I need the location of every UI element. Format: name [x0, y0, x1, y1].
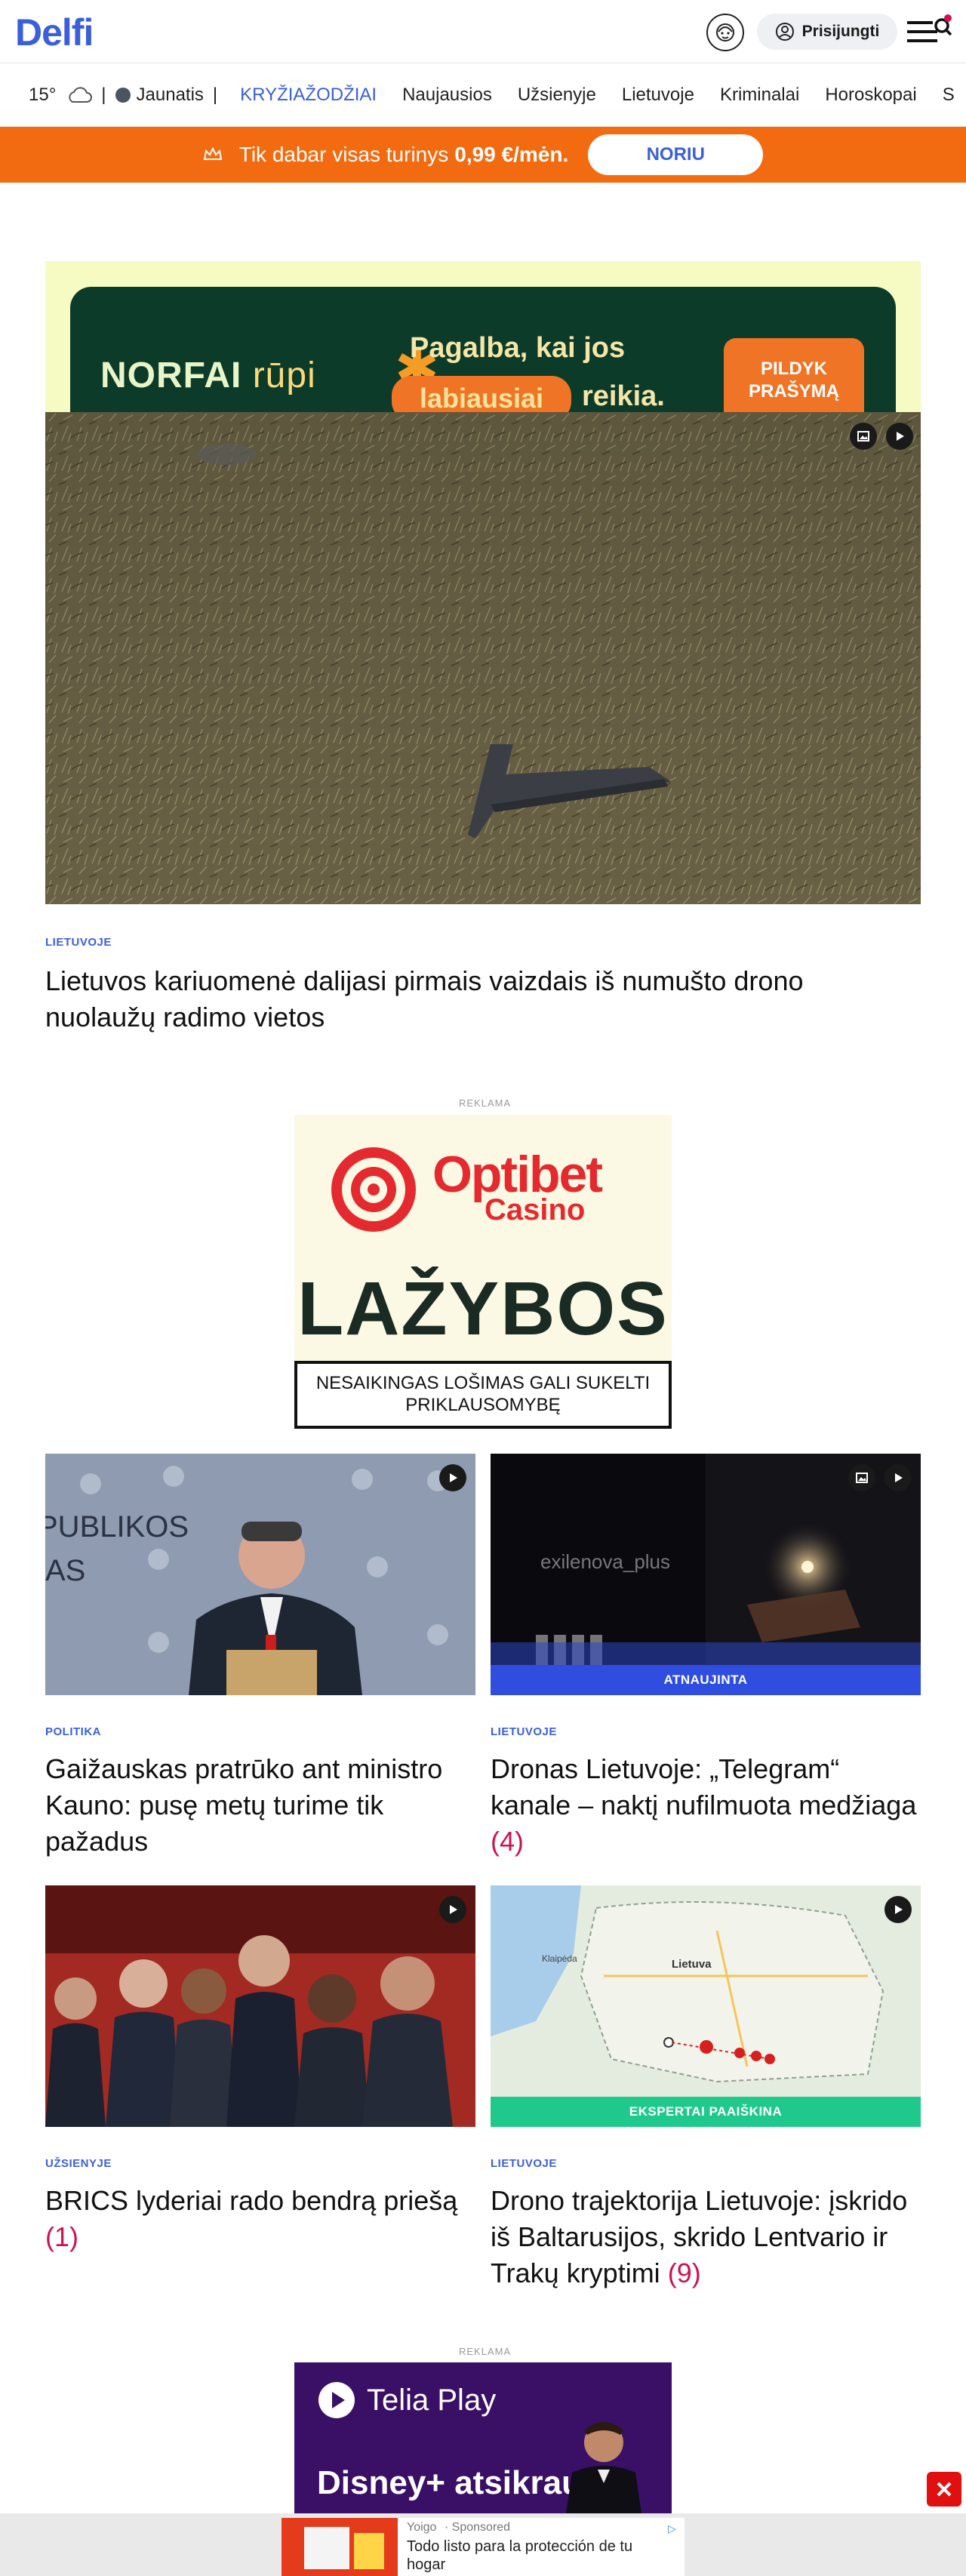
ad-brand-suffix: rūpi: [252, 355, 316, 395]
separator: |: [101, 84, 106, 105]
promo-price: 0,99 €/mėn.: [454, 143, 569, 166]
menu-search-button[interactable]: [906, 14, 954, 51]
card-headline[interactable]: Gaižauskas pratrūko ant ministro Kauno: …: [45, 1751, 453, 1860]
login-button[interactable]: Prisijungti: [757, 14, 897, 50]
brics-leaders-photo: [45, 1885, 475, 2127]
crown-icon: [203, 147, 222, 160]
moon-phase-icon: [115, 87, 131, 103]
menu-search-icon: [907, 14, 952, 42]
separator: |: [212, 84, 218, 105]
card-title: BRICS lyderiai rado bendrą priešą: [45, 2185, 458, 2216]
gambling-warning: NESAIKINGAS LOŠIMAS GALI SUKELTI PRIKLAU…: [294, 1361, 672, 1429]
card-category[interactable]: LIETUVOJE: [491, 2157, 557, 2170]
face-icon: [716, 23, 734, 42]
moon-phase-label: Jaunatis: [136, 84, 204, 105]
site-header: Delfi Prisijungti: [0, 0, 966, 63]
promo-subscribe-button[interactable]: NORIU: [588, 134, 764, 175]
ad-highlight: labiausiai: [392, 376, 571, 412]
ad-person-photo: [566, 2422, 641, 2513]
yoigo-ad-title: Todo listo para la protección de tu hoga…: [407, 2538, 633, 2573]
telia-logo-icon: [318, 2382, 355, 2418]
optibet-casino: Casino: [485, 1193, 586, 1226]
map-city-label: Klaipėda: [542, 1953, 577, 1964]
map-image: [491, 1885, 921, 2127]
ad-brand-name: NORFAI: [100, 355, 242, 395]
yoigo-ad-image: [281, 2518, 398, 2576]
optibet-ad[interactable]: Optibet Casino LAŽYBOS NESAIKINGAS LOŠIM…: [294, 1115, 672, 1429]
ad-panel: NORFAI rūpi ✱ Pagalba, kai jos labiausia…: [70, 287, 896, 412]
nav-item-lietuvoje[interactable]: Lietuvoje: [622, 85, 694, 106]
yoigo-brand: Yoigo: [407, 2521, 437, 2534]
nav-strip: 15° | Jaunatis | KRYŽIAŽODŽIAI Naujausio…: [0, 63, 966, 127]
experts-badge: EKSPERTAI PAAIŠKINA: [491, 2097, 921, 2127]
subscription-promo-bar: Tik dabar visas turinys 0,99 €/mėn. NORI…: [0, 127, 966, 183]
nav-item-horoskopai[interactable]: Horoskopai: [825, 85, 916, 106]
card-image-drone-map[interactable]: Lietuva Klaipėda EKSPERTAI PAAIŠKINA: [491, 1885, 921, 2127]
nav-item-kriminalai[interactable]: Kriminalai: [720, 85, 799, 106]
field-photo: [45, 412, 921, 904]
card-category[interactable]: LIETUVOJE: [491, 1725, 557, 1738]
card-title: Gaižauskas pratrūko ant ministro Kauno: …: [45, 1753, 443, 1857]
weather-widget[interactable]: 15° | Jaunatis |: [29, 85, 226, 106]
nav-item-krydziazodziai[interactable]: KRYŽIAŽODŽIAI: [240, 85, 377, 106]
hero-article-image[interactable]: [45, 412, 921, 904]
delfi-logo[interactable]: Delfi: [15, 11, 94, 54]
nav-item-uzsienyje[interactable]: Užsienyje: [518, 85, 596, 106]
svg-text:AS: AS: [45, 1554, 85, 1587]
login-label: Prisijungti: [801, 23, 880, 40]
cloud-icon: [69, 86, 93, 103]
comment-count[interactable]: (4): [491, 1826, 524, 1857]
yoigo-sponsor-line: Yoigo · Sponsored: [407, 2521, 511, 2534]
gallery-icon: [850, 423, 877, 450]
hero-headline[interactable]: Lietuvos kariuomenė dalijasi pirmais vai…: [45, 963, 921, 1036]
target-logo-icon: [331, 1147, 416, 1232]
video-watermark: exilenova_plus: [540, 1550, 671, 1573]
comment-count[interactable]: (1): [45, 2221, 78, 2252]
user-icon: [775, 23, 794, 41]
ad-headline: Pagalba, kai jos: [410, 332, 626, 364]
card-image-politika[interactable]: PUBLIKOS AS: [45, 1454, 475, 1695]
temperature: 15°: [29, 84, 57, 105]
comment-count[interactable]: (9): [668, 2257, 701, 2288]
play-icon: [439, 1464, 466, 1491]
gallery-icon: [848, 1464, 875, 1491]
hero-category[interactable]: LIETUVOJE: [45, 936, 112, 949]
card-image-drone-video[interactable]: exilenova_plus ATNAUJINTA: [491, 1454, 921, 1695]
ad-brand: NORFAI rūpi: [100, 355, 316, 396]
adchoices-icon[interactable]: ▷: [668, 2522, 676, 2535]
card-title: Dronas Lietuvoje: „Telegram“ kanale – na…: [491, 1753, 917, 1820]
telia-brand: Telia Play: [317, 2381, 496, 2420]
sponsored-label: Sponsored: [451, 2521, 511, 2534]
ad-cta-button[interactable]: PILDYK PRAŠYMĄ: [724, 338, 864, 412]
optibet-headline: LAŽYBOS: [297, 1266, 669, 1351]
promo-text: Tik dabar visas turinys: [238, 143, 449, 166]
play-icon: [886, 423, 913, 450]
politician-photo: PUBLIKOS AS: [45, 1454, 475, 1695]
telia-brand-name: Telia Play: [367, 2383, 497, 2417]
card-category[interactable]: POLITIKA: [45, 1725, 101, 1738]
ad-label: REKLAMA: [459, 2346, 512, 2357]
updated-badge: ATNAUJINTA: [491, 1665, 921, 1695]
play-icon: [439, 1896, 466, 1923]
top-banner-ad[interactable]: NORFAI rūpi ✱ Pagalba, kai jos labiausia…: [45, 261, 921, 412]
ad-headline-end: reikia.: [582, 380, 665, 412]
close-icon: [937, 2482, 952, 2497]
play-icon: [884, 1464, 912, 1491]
map-country-label: Lietuva: [672, 1958, 712, 1971]
card-image-brics[interactable]: [45, 1885, 475, 2127]
yoigo-ad[interactable]: Yoigo · Sponsored Todo listo para la pro…: [281, 2518, 685, 2576]
card-headline[interactable]: Drono trajektorija Lietuvoje: įskrido iš…: [491, 2183, 921, 2291]
play-icon: [884, 1896, 912, 1923]
card-headline[interactable]: BRICS lyderiai rado bendrą priešą (1): [45, 2183, 475, 2255]
card-headline[interactable]: Dronas Lietuvoje: „Telegram“ kanale – na…: [491, 1751, 921, 1860]
telia-play-ad[interactable]: Telia Play Disney+ atsikraustė: [294, 2362, 672, 2513]
kids-mode-button[interactable]: [706, 14, 744, 51]
card-category[interactable]: UŽSIENYJE: [45, 2157, 112, 2170]
svg-text:PUBLIKOS: PUBLIKOS: [45, 1510, 189, 1543]
close-ad-button[interactable]: [927, 2472, 961, 2507]
nav-item-overflow[interactable]: S: [943, 85, 955, 106]
nav-item-naujausios[interactable]: Naujausios: [402, 85, 492, 106]
ad-label: REKLAMA: [459, 1097, 512, 1109]
page: Delfi Prisijungti 15° | Jaunatis | KRYŽI…: [0, 0, 966, 2576]
